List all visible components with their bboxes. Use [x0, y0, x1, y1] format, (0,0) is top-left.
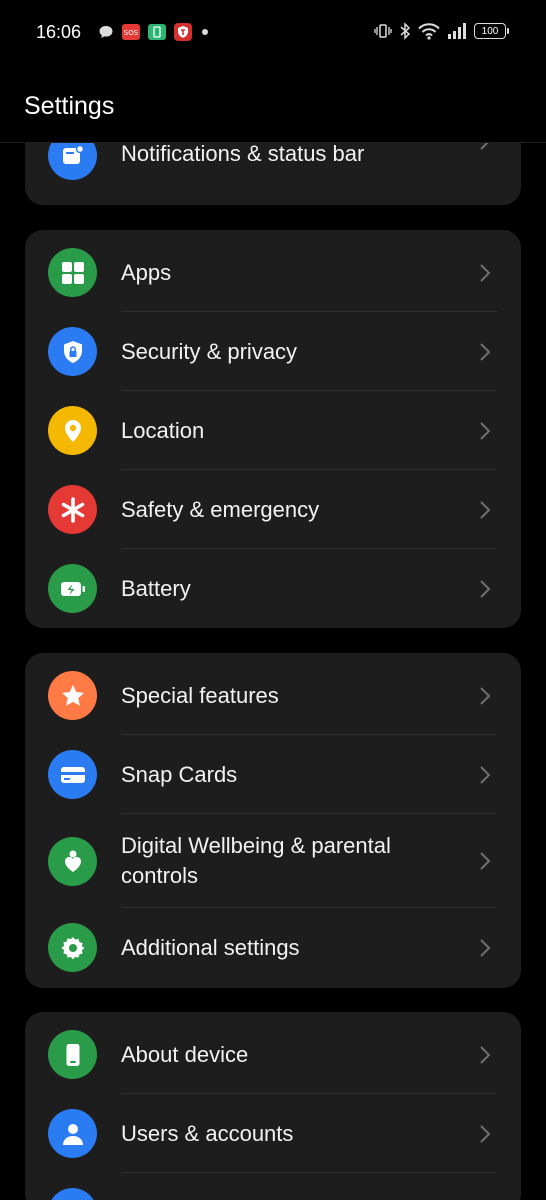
battery-icon: 100	[474, 23, 509, 39]
signal-icon	[448, 23, 466, 39]
page-title: Settings	[24, 92, 115, 120]
dot-icon	[202, 29, 208, 35]
battery-level: 100	[481, 25, 499, 37]
settings-item-next-partial[interactable]	[25, 1173, 521, 1200]
status-time: 16:06	[36, 22, 82, 42]
chevron-right-icon	[480, 686, 491, 705]
notification-icons: SOS	[98, 23, 210, 41]
bluetooth-icon	[400, 22, 411, 40]
chevron-right-icon	[480, 342, 491, 361]
settings-item-security-privacy[interactable]: Security & privacy	[25, 312, 521, 391]
settings-item-about-device[interactable]: About device	[25, 1015, 521, 1094]
settings-item-special-features[interactable]: Special features	[25, 656, 521, 735]
settings-item-label: Digital Wellbeing & parental controls	[121, 833, 391, 888]
settings-item-battery[interactable]: Battery	[25, 549, 521, 628]
settings-item-label: Safety & emergency	[121, 496, 320, 522]
chevron-right-icon	[480, 852, 491, 870]
chevron-right-icon	[480, 579, 491, 598]
app-header: Settings	[0, 66, 546, 143]
settings-item-location[interactable]: Location	[25, 391, 521, 470]
phone-app-icon	[148, 24, 166, 40]
settings-item-additional-settings[interactable]: Additional settings	[25, 908, 521, 987]
star-icon	[48, 671, 97, 720]
chevron-right-icon	[480, 765, 491, 784]
shield-app-icon	[174, 23, 192, 41]
phone-device-icon	[48, 1030, 97, 1079]
settings-item-label: Snap Cards	[121, 761, 238, 787]
status-bar: 16:06 SOS 100	[0, 0, 546, 66]
chevron-right-icon	[480, 263, 491, 282]
sos-icon: SOS	[122, 24, 140, 40]
system-icons: 100	[374, 22, 509, 40]
chevron-right-icon	[480, 938, 491, 957]
chat-bubble-icon	[99, 26, 113, 38]
settings-item-users-accounts[interactable]: Users & accounts	[25, 1094, 521, 1173]
wellbeing-heart-icon	[48, 836, 97, 886]
wifi-icon	[418, 23, 440, 40]
vibrate-icon	[374, 24, 392, 38]
settings-item-label: Security & privacy	[121, 338, 298, 364]
gear-icon	[48, 923, 97, 972]
location-pin-icon	[48, 406, 97, 455]
settings-item-label: Battery	[121, 575, 191, 601]
settings-item-digital-wellbeing[interactable]: Digital Wellbeing & parental controls	[25, 814, 521, 908]
chevron-right-icon	[480, 500, 491, 519]
partial-icon	[48, 1188, 97, 1200]
settings-item-label: Apps	[121, 259, 172, 285]
card-icon	[48, 750, 97, 799]
settings-item-label: Additional settings	[121, 934, 300, 960]
svg-text:SOS: SOS	[124, 29, 139, 37]
settings-group-features: Special features Snap Cards Digital Well…	[25, 653, 521, 988]
settings-screen: 16:06 SOS 100 Settings Notifications & s…	[0, 0, 546, 1200]
shield-lock-icon	[48, 327, 97, 376]
settings-item-label: Users & accounts	[121, 1120, 294, 1146]
settings-item-label: Location	[121, 417, 205, 443]
user-icon	[48, 1109, 97, 1158]
settings-item-snap-cards[interactable]: Snap Cards	[25, 735, 521, 814]
battery-charge-icon	[48, 564, 97, 613]
settings-item-label: Notifications & status bar	[121, 141, 365, 166]
settings-item-apps[interactable]: Apps	[25, 233, 521, 312]
apps-grid-icon	[48, 248, 97, 297]
chevron-right-icon	[480, 421, 491, 440]
chevron-right-icon	[480, 1124, 491, 1143]
settings-group-device: About device Users & accounts	[25, 1012, 521, 1200]
settings-item-safety-emergency[interactable]: Safety & emergency	[25, 470, 521, 549]
settings-item-label: Special features	[121, 682, 279, 708]
settings-item-label: About device	[121, 1041, 249, 1067]
settings-group-system: Apps Security & privacy Location Safety …	[25, 230, 521, 628]
chevron-right-icon	[480, 1045, 491, 1064]
asterisk-icon	[48, 485, 97, 534]
